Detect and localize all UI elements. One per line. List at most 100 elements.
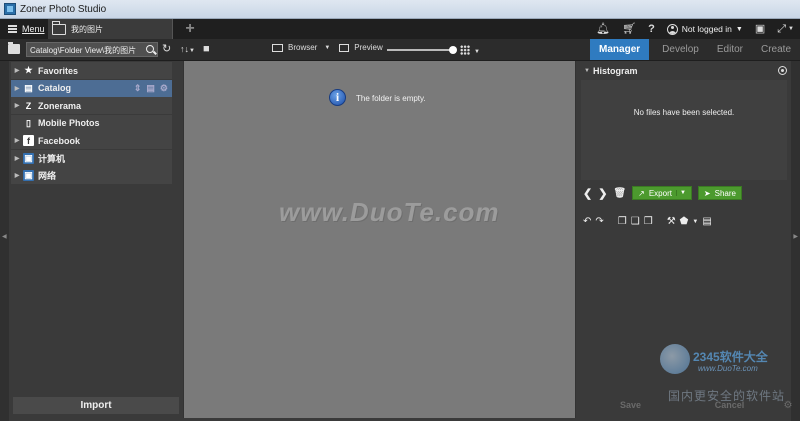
path-field[interactable]: Catalog\Folder View\我的图片 [26, 42, 158, 57]
tab-develop[interactable]: Develop [653, 39, 708, 60]
share-button[interactable]: ➤ Share [697, 186, 742, 200]
window-title: Zoner Photo Studio [20, 4, 107, 15]
preview-image-icon [339, 43, 350, 52]
chevron-down-icon: ▼ [735, 25, 743, 33]
thumbnail-size-slider[interactable] [387, 46, 457, 54]
watermark-tagline: 国内更安全的软件站 [668, 389, 786, 403]
help-icon[interactable]: ? [648, 23, 655, 35]
export-button[interactable]: ↗ Export ▼ [632, 186, 692, 200]
login-status: Not logged in [681, 24, 732, 34]
comment-icon[interactable]: ▤ [702, 216, 711, 227]
info-icon: i [329, 89, 346, 106]
nav-item-label: Catalog [38, 83, 72, 93]
export-icon: ↗ [638, 188, 645, 198]
copy-icon[interactable]: ❐ [618, 216, 627, 227]
menu-label: Menu [22, 24, 45, 34]
folder-icon [52, 20, 66, 35]
left-collapse-bar[interactable] [0, 61, 9, 421]
gear-icon[interactable]: ⚙ [160, 83, 168, 94]
refresh-icon[interactable]: ↻ [162, 43, 171, 56]
nav-item-zonerama[interactable]: ▶ Z Zonerama [11, 97, 172, 114]
nav-item-computer[interactable]: ▶ ▣ 计算机 [11, 149, 172, 167]
hamburger-icon [8, 25, 17, 33]
histogram-toggle-icon[interactable] [778, 66, 787, 75]
tab-label: 我的图片 [71, 24, 103, 34]
document-icon[interactable]: ❒ [644, 216, 653, 227]
expand-arrow-icon[interactable]: ▶ [11, 102, 23, 109]
grid-view-icon[interactable] [460, 45, 470, 55]
browser-view-button[interactable]: Browser [288, 43, 317, 52]
mode-tabs: Manager Develop Editor Create [590, 39, 800, 60]
catalog-icon: ▤ [24, 82, 33, 93]
folder-home-icon[interactable] [8, 42, 20, 54]
monitor-icon[interactable]: ▣ [755, 23, 765, 35]
window-titlebar: Zoner Photo Studio [0, 0, 800, 19]
slider-knob[interactable] [449, 46, 457, 54]
menu-button[interactable]: Menu [0, 19, 48, 39]
eraser-icon[interactable]: ⬟ [680, 216, 689, 227]
rotate-left-icon[interactable]: ↶ [583, 216, 591, 227]
add-tab-button[interactable]: + [182, 19, 198, 39]
nav-item-mobile-photos[interactable]: ▯ Mobile Photos [11, 114, 172, 132]
tools-icon[interactable]: ⚒ [667, 216, 676, 227]
expand-arrow-icon[interactable]: ▶ [11, 137, 23, 144]
phone-icon: ▯ [26, 117, 31, 128]
path-text: Catalog\Folder View\我的图片 [30, 46, 137, 55]
tab-editor[interactable]: Editor [708, 39, 752, 60]
new-folder-icon[interactable]: ■ [203, 43, 210, 56]
expand-arrow-icon[interactable]: ▶ [11, 85, 23, 92]
tab-create[interactable]: Create [752, 39, 800, 60]
watermark-brand: 2345软件大全 [693, 350, 768, 364]
collapse-arrow-icon[interactable]: ▼ [581, 68, 593, 74]
next-icon[interactable]: ❯ [598, 187, 607, 200]
browser-dropdown-icon[interactable]: ▼ [324, 45, 330, 51]
expand-arrow-icon[interactable]: ▶ [11, 67, 23, 74]
import-button[interactable]: Import [13, 397, 179, 414]
nav-item-favorites[interactable]: ▶ ★ Favorites [11, 62, 172, 79]
add-folder-icon[interactable]: ▤ [146, 83, 155, 94]
navigator-panel: ◀ ▶ ★ Favorites ▶ ▤ Catalog ⇕ ▤ ⚙ ▶ Z Zo… [0, 61, 183, 421]
action-row: ❮ ❯ 🗑︎ ↗ Export ▼ ➤ Share [583, 186, 742, 200]
collapse-left-icon[interactable]: ◀ [2, 233, 7, 240]
histogram-area: No files have been selected. [581, 80, 787, 180]
expand-arrow-icon[interactable]: ▶ [11, 155, 23, 162]
toolbar: Catalog\Folder View\我的图片 ↻ ↑↓▼ ■ Browser… [0, 39, 800, 61]
no-files-message: No files have been selected. [633, 108, 735, 117]
nav-item-label: Favorites [38, 65, 79, 76]
search-icon[interactable] [146, 45, 154, 53]
corner-watermark: 2345软件大全 www.DuoTe.com 国内更安全的软件站 [660, 344, 800, 404]
tab-manager[interactable]: Manager [590, 39, 650, 60]
user-icon [666, 23, 678, 35]
fullscreen-icon[interactable]: ⤢ ▼ [777, 23, 794, 35]
collapse-right-icon[interactable]: ▶ [793, 233, 798, 240]
nav-item-facebook[interactable]: ▶ f Facebook [11, 132, 172, 149]
top-right-controls: 🔔︎ 🛒︎ ? Not logged in ▼ ▣ ⤢ ▼ [596, 19, 794, 39]
cart-icon[interactable]: 🛒︎ [622, 23, 636, 35]
rotate-right-icon[interactable]: ↷ [595, 216, 603, 227]
export-dropdown-icon[interactable]: ▼ [675, 190, 686, 196]
expand-arrow-icon[interactable]: ▶ [11, 172, 23, 179]
nav-item-network[interactable]: ▶ ▣ 网络 [11, 167, 172, 184]
browser-area[interactable]: i The folder is empty. www.DuoTe.com [183, 61, 576, 418]
nav-item-catalog[interactable]: ▶ ▤ Catalog ⇕ ▤ ⚙ [11, 79, 172, 97]
trash-icon[interactable]: 🗑︎ [613, 188, 626, 199]
preview-view-button[interactable]: Preview [354, 43, 382, 52]
previous-icon[interactable]: ❮ [583, 187, 592, 200]
top-bar: Menu 我的图片 + 🔔︎ 🛒︎ ? Not logged in ▼ ▣ ⤢ ▼ [0, 19, 800, 39]
histogram-title: Histogram [593, 66, 638, 76]
tools-dropdown-icon[interactable]: ▼ [692, 219, 698, 225]
login-dropdown[interactable]: Not logged in ▼ [666, 23, 743, 35]
duplicate-icon[interactable]: ❑ [631, 216, 640, 227]
watermark-url: www.DuoTe.com [698, 364, 758, 373]
grid-dropdown-icon[interactable]: ▼ [474, 46, 480, 59]
bell-icon[interactable]: 🔔︎ [596, 23, 610, 35]
sort-icon[interactable]: ↑↓▼ [180, 43, 195, 58]
quick-tools-row: ↶ ↷ ❐ ❑ ❒ ⚒ ⬟ ▼ ▤ [583, 216, 712, 227]
star-icon: ★ [24, 65, 33, 75]
reorder-icon[interactable]: ⇕ [134, 83, 142, 94]
zonerama-icon: Z [25, 100, 32, 111]
export-label: Export [648, 188, 672, 198]
watermark-text: www.DuoTe.com [279, 197, 500, 227]
tab-my-pictures[interactable]: 我的图片 [48, 19, 173, 39]
histogram-header[interactable]: ▼ Histogram [581, 63, 787, 79]
